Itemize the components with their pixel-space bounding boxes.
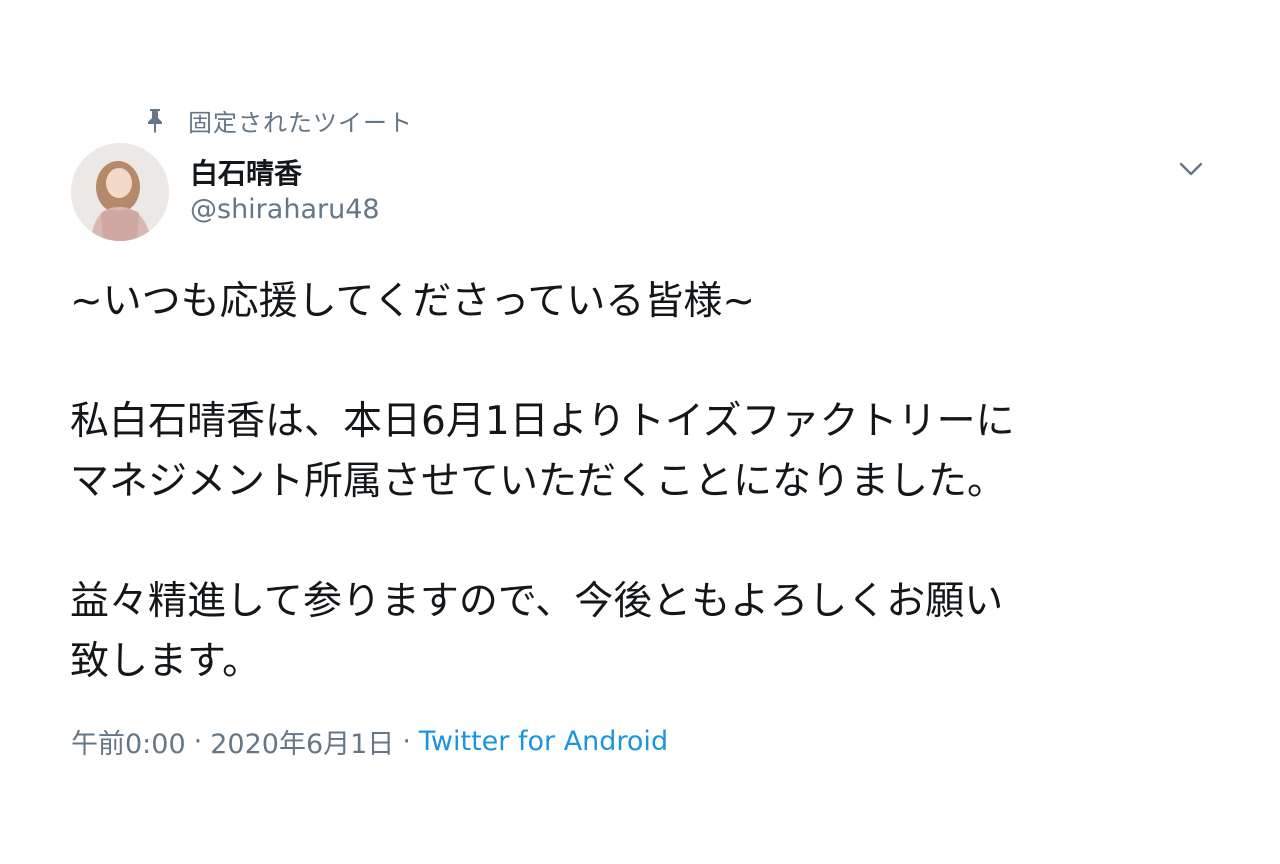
tweet-time[interactable]: 午前0:00 [71, 722, 186, 761]
meta-separator: · [193, 726, 203, 757]
pinned-indicator: 固定されたツイート [140, 100, 413, 140]
tweet-text-line: ~いつも応援してくださっている皆様~ [70, 279, 756, 324]
avatar[interactable] [71, 143, 169, 241]
display-name[interactable]: 白石晴香 [190, 152, 302, 192]
tweet-text-line: 致します。 [70, 639, 262, 684]
pinned-label: 固定されたツイート [188, 108, 413, 137]
pinned-tweet: 固定されたツイート 白石晴香 @shiraharu48 ~いつも応援してくださっ… [0, 0, 1280, 864]
tweet-date[interactable]: 2020年6月1日 [210, 722, 394, 761]
tweet-text-line: 私白石晴香は、本日6月1日よりトイズファクトリーに [70, 399, 1015, 444]
pin-icon [140, 105, 170, 135]
tweet-text-line: 益々精進して参りますので、今後ともよろしくお願い [70, 579, 1004, 624]
tweet-menu-button[interactable] [1174, 152, 1208, 186]
tweet-text: ~いつも応援してくださっている皆様~ 私白石晴香は、本日6月1日よりトイズファク… [70, 272, 1240, 692]
tweet-meta: 午前0:00 · 2020年6月1日 · Twitter for Android [71, 722, 668, 761]
chevron-down-icon [1179, 162, 1203, 176]
source-link[interactable]: Twitter for Android [419, 726, 668, 757]
tweet-text-line: マネジメント所属させていただくことになりました。 [70, 459, 1007, 504]
meta-separator: · [402, 726, 411, 757]
username-handle[interactable]: @shiraharu48 [190, 194, 380, 225]
